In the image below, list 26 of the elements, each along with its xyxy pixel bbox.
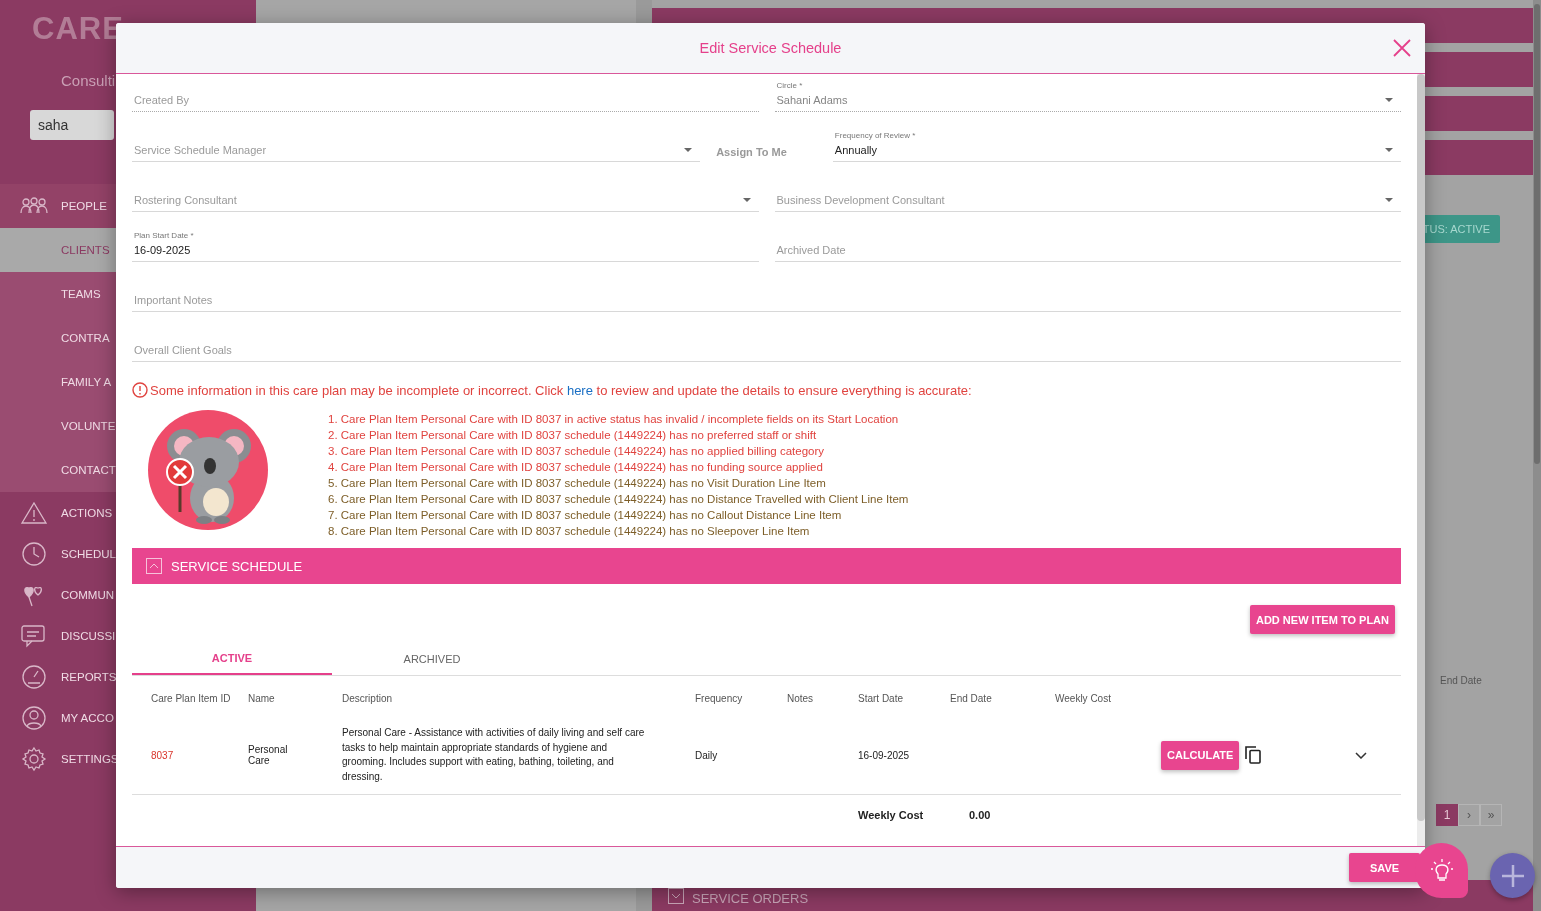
table-cell-text: Personal Care - Assistance with activities of daily living and self care tasks to help maintain appropriate standards of hygiene and grooming. Includes support with eating, bathing, toileting, and dressing. <box>342 726 646 784</box>
column-header: End Date <box>950 692 993 704</box>
total-label: Weekly Cost <box>858 809 925 821</box>
column-header: Description <box>342 692 394 704</box>
organisation-name: Consulti <box>61 72 116 89</box>
column-header: End Date <box>1440 675 1483 686</box>
table-cell-text: Daily <box>695 749 719 761</box>
column-header: Start Date <box>858 692 905 704</box>
table-cell-text: Personal Care <box>248 744 289 766</box>
issue-text: 2. Care Plan Item Personal Care with ID 8037 schedule (1449224) has no preferred staff or shift <box>328 428 818 443</box>
column-header: Name <box>248 692 276 704</box>
issue-text: 7. Care Plan Item Personal Care with ID 8037 schedule (1449224) has no Callout Distance Line Item <box>328 508 843 523</box>
total-value: 0.00 <box>969 809 991 821</box>
column-header: Frequency <box>695 692 744 704</box>
table-cell-text: 16-09-2025 <box>858 749 911 761</box>
issue-text: 3. Care Plan Item Personal Care with ID 8037 schedule (1449224) has no applied billing category <box>328 444 826 459</box>
issue-text: 8. Care Plan Item Personal Care with ID 8037 schedule (1449224) has no Sleepover Line Item <box>328 524 811 539</box>
issue-text: 4. Care Plan Item Personal Care with ID 8037 schedule (1449224) has no funding source applied <box>328 460 824 475</box>
column-header: Weekly Cost <box>1055 692 1112 704</box>
column-header: Care Plan Item ID <box>151 692 232 704</box>
warning-text: Some information in this care plan may be incomplete or incorrect. Click here to review and update the details to ensure everything is accurate: <box>150 382 972 398</box>
issue-text: 6. Care Plan Item Personal Care with ID 8037 schedule (1449224) has no Distance Travelled with Client Line Item <box>328 492 909 507</box>
issue-text: 1. Care Plan Item Personal Care with ID 8037 in active status has invalid / incomplete fields on its Start Location <box>328 412 900 427</box>
issue-text: 5. Care Plan Item Personal Care with ID 8037 schedule (1449224) has no Visit Duration Line Item <box>328 476 827 491</box>
column-header: Notes <box>787 692 815 704</box>
dialog-title: Edit Service Schedule <box>699 40 842 56</box>
